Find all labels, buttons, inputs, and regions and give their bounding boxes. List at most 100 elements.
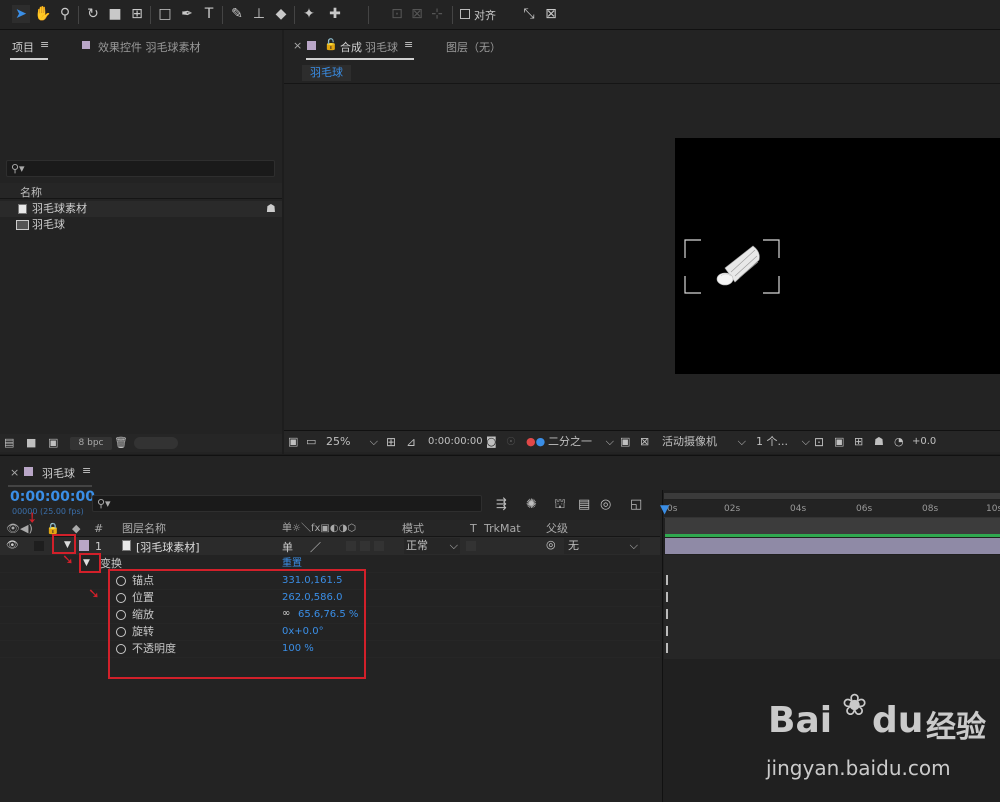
- zoom-tool-icon[interactable]: ⚲: [56, 5, 74, 23]
- fast-previews-icon[interactable]: ⊡: [814, 434, 824, 450]
- project-column-header: 名称: [0, 183, 282, 199]
- layer-duration-bar[interactable]: [665, 538, 1000, 554]
- zoom-dropdown[interactable]: 25% ⌵: [326, 434, 380, 450]
- world-axis-icon[interactable]: ⊠: [408, 5, 426, 23]
- transparency-grid-icon[interactable]: ⊿: [406, 434, 416, 450]
- search-icon: ⚲▾: [11, 162, 25, 175]
- tab-timeline[interactable]: 羽毛球: [42, 465, 75, 481]
- footage-file-icon: [122, 540, 131, 551]
- always-preview-icon[interactable]: ▣: [288, 434, 298, 450]
- toggle-mask-icon[interactable]: ▣: [834, 434, 844, 450]
- roto-brush-tool-icon[interactable]: ✦: [300, 5, 318, 23]
- region-of-interest-icon[interactable]: ▣: [620, 434, 630, 450]
- project-search-input[interactable]: ⚲▾: [6, 160, 275, 177]
- current-time-display[interactable]: 0:00:00:00: [10, 489, 95, 505]
- tab-layer[interactable]: 图层（无）: [446, 39, 501, 55]
- comp-mini-flowchart-icon[interactable]: ⇶: [496, 496, 507, 514]
- video-switch-icon[interactable]: 👁: [6, 522, 20, 536]
- parent-dropdown[interactable]: 无 ⌵: [564, 538, 640, 554]
- snapshot-camera-icon[interactable]: ◙: [486, 434, 497, 450]
- layer-name[interactable]: [羽毛球素材]: [136, 539, 200, 555]
- pick-whip-icon[interactable]: ◎: [546, 538, 556, 551]
- clone-stamp-tool-icon[interactable]: ⊥: [250, 5, 268, 23]
- local-axis-icon[interactable]: ⊡: [388, 5, 406, 23]
- time-ruler[interactable]: [664, 500, 1000, 518]
- flowchart-icon[interactable]: ☗: [874, 434, 884, 450]
- bit-depth-button[interactable]: 8 bpc: [70, 437, 112, 450]
- shy-switch-icon[interactable]: 单: [282, 539, 293, 555]
- tab-composition-prefix[interactable]: 合成: [340, 39, 362, 55]
- layer-duration-indicator: [665, 534, 1000, 537]
- brush-tool-icon[interactable]: ✎: [228, 5, 246, 23]
- solo-switch[interactable]: [34, 541, 44, 551]
- quality-switch-icon[interactable]: ／: [310, 539, 321, 555]
- selection-tool-icon[interactable]: ➤: [12, 5, 30, 23]
- new-folder-icon[interactable]: ■: [26, 434, 36, 452]
- view-axis-icon[interactable]: ⊹: [428, 5, 446, 23]
- resolution-dropdown[interactable]: 二分之一 ⌵: [548, 434, 616, 450]
- comp-color-swatch: [24, 467, 33, 476]
- col-name[interactable]: 名称: [20, 184, 42, 200]
- draft-3d-icon[interactable]: ✺: [526, 496, 537, 514]
- hide-shy-layers-icon[interactable]: ⛫: [554, 496, 566, 514]
- tab-composition[interactable]: 羽毛球: [365, 39, 398, 55]
- type-tool-icon[interactable]: T: [200, 5, 218, 23]
- hand-tool-icon[interactable]: ✋: [34, 5, 52, 23]
- graph-editor-icon[interactable]: ◱: [630, 496, 642, 514]
- close-icon[interactable]: ×: [10, 466, 19, 479]
- color-channels-icon[interactable]: ●●: [526, 434, 545, 450]
- new-composition-icon[interactable]: ▣: [48, 434, 58, 452]
- comp-canvas[interactable]: [675, 138, 1000, 374]
- comp-marker-row: [665, 518, 1000, 534]
- camera-dropdown[interactable]: 活动摄像机 ⌵: [662, 434, 748, 450]
- fx-switch[interactable]: [346, 541, 356, 551]
- pan-behind-tool-icon[interactable]: ⊞: [128, 5, 146, 23]
- panel-menu-icon[interactable]: ≡: [82, 464, 91, 477]
- trash-icon[interactable]: 🗑: [114, 434, 128, 452]
- blend-switch[interactable]: [360, 541, 370, 551]
- playhead-icon[interactable]: ▼: [660, 502, 669, 516]
- panel-menu-icon[interactable]: ≡: [40, 38, 49, 51]
- tab-project[interactable]: 项目: [12, 39, 34, 55]
- footage-file-icon: [18, 204, 27, 214]
- breadcrumb[interactable]: 羽毛球: [302, 65, 351, 81]
- ruler-tick: 06s: [856, 504, 873, 514]
- show-snapshot-icon[interactable]: ☉: [506, 434, 516, 450]
- visibility-eye-icon[interactable]: 👁: [6, 540, 19, 551]
- lock-icon[interactable]: 🔓: [324, 38, 338, 51]
- fit-region-icon[interactable]: ⊞: [386, 434, 396, 450]
- thumbnail-slider[interactable]: [134, 437, 178, 449]
- preserve-transparency-switch[interactable]: [466, 541, 476, 551]
- exposure-value[interactable]: +0.0: [912, 434, 936, 450]
- list-item[interactable]: 羽毛球素材 ☗: [0, 201, 282, 217]
- timeline-search-input[interactable]: ⚲▾: [92, 495, 482, 512]
- puppet-tool-icon[interactable]: ✚: [326, 5, 344, 23]
- pen-tool-icon[interactable]: ✒: [178, 5, 196, 23]
- mode-dropdown[interactable]: 正常 ⌵: [404, 538, 460, 554]
- panel-menu-icon[interactable]: ≡: [404, 38, 413, 51]
- eraser-tool-icon[interactable]: ◆: [272, 5, 290, 23]
- motion-blur-icon[interactable]: ◎: [600, 496, 611, 514]
- 3d-switch[interactable]: [374, 541, 384, 551]
- timeline-icon[interactable]: ⊞: [854, 434, 863, 450]
- rectangle-tool-icon[interactable]: □: [156, 5, 174, 23]
- snap-edges-icon[interactable]: ⤡: [520, 5, 538, 23]
- monitor-icon[interactable]: ▭: [306, 434, 316, 450]
- viewer-timecode[interactable]: 0:00:00:00: [428, 434, 483, 450]
- views-dropdown[interactable]: 1 个... ⌵: [756, 434, 812, 450]
- reset-exposure-icon[interactable]: ◔: [894, 434, 904, 450]
- toggle-transparency-icon[interactable]: ⊠: [640, 434, 649, 450]
- close-icon[interactable]: ×: [293, 39, 302, 52]
- interpret-footage-icon[interactable]: ▤: [4, 434, 14, 452]
- keyframe-area[interactable]: [664, 555, 1000, 659]
- tab-effects-controls[interactable]: 效果控件 羽毛球素材: [98, 39, 201, 55]
- layer-label-color[interactable]: [79, 540, 89, 551]
- camera-tool-icon[interactable]: ■: [106, 5, 124, 23]
- snap-features-icon[interactable]: ⊠: [542, 5, 560, 23]
- list-item[interactable]: 羽毛球: [0, 217, 264, 233]
- rotate-tool-icon[interactable]: ↻: [84, 5, 102, 23]
- col-layer-name[interactable]: 图层名称: [122, 522, 166, 536]
- snap-checkbox[interactable]: [460, 9, 470, 19]
- frame-blending-icon[interactable]: ▤: [578, 496, 590, 514]
- work-area-bar[interactable]: [664, 493, 1000, 499]
